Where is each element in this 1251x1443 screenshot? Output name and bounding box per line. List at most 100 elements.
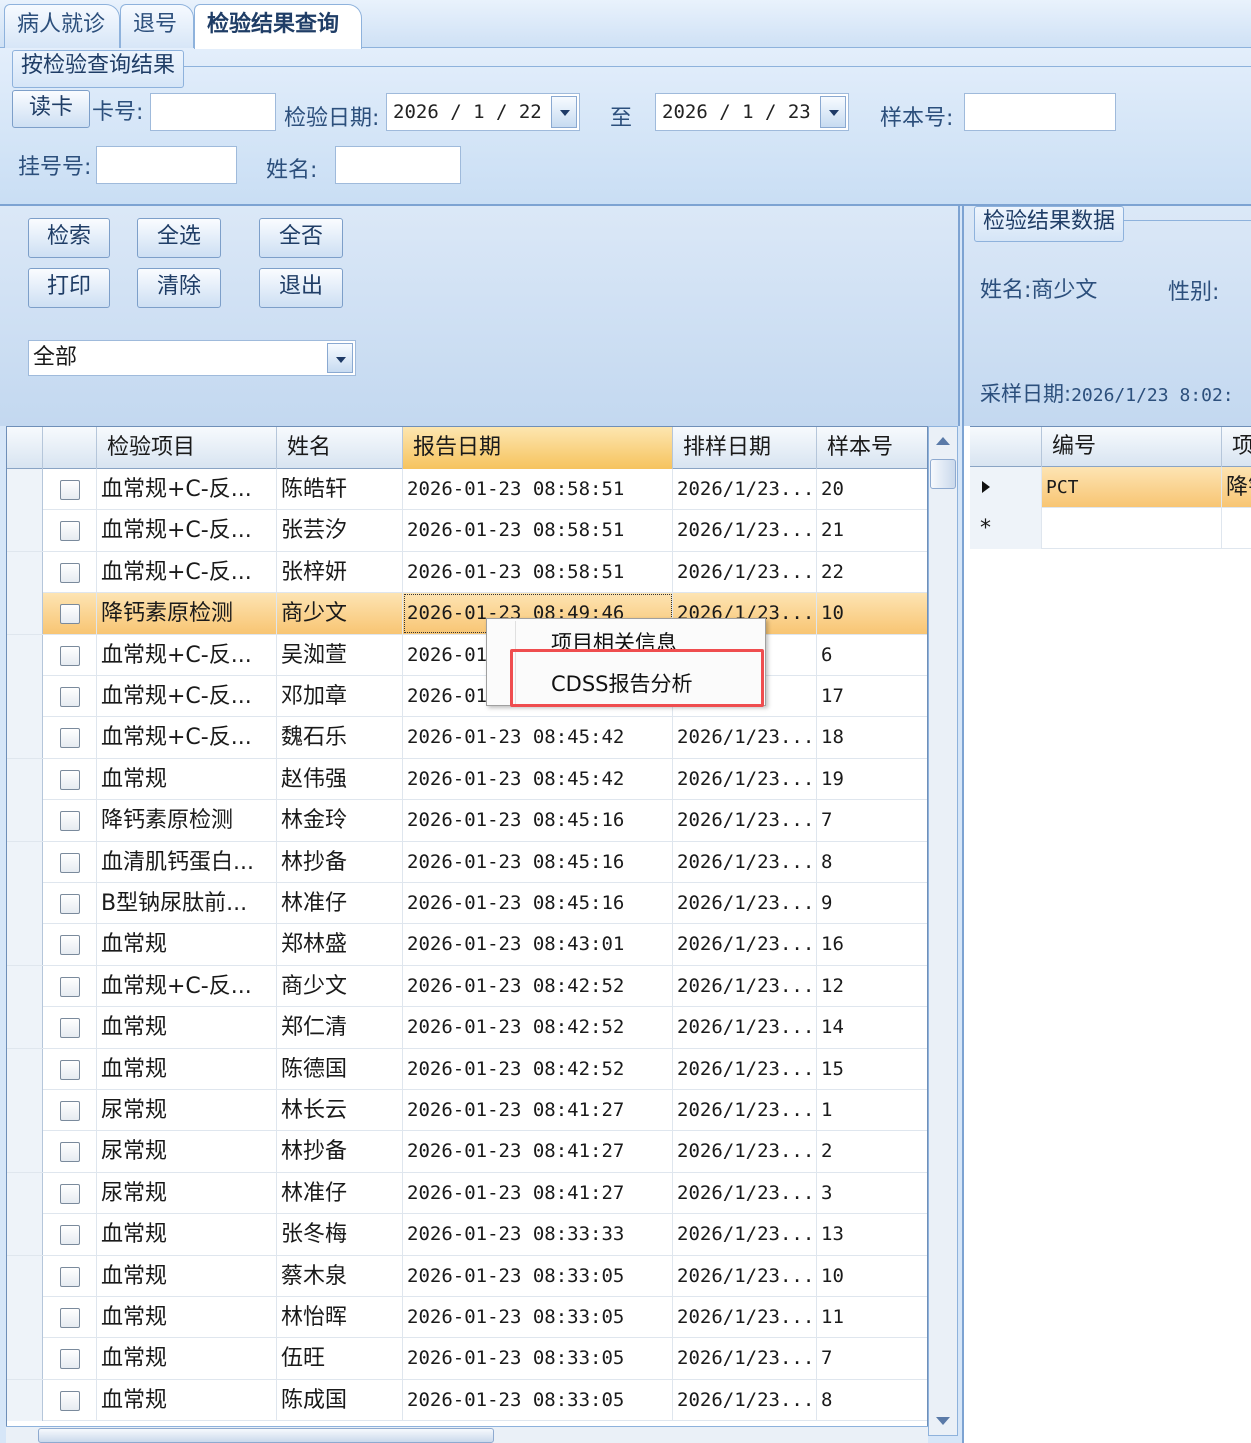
row-header[interactable] xyxy=(7,1131,43,1173)
reg-no-input[interactable] xyxy=(96,146,237,184)
table-row[interactable]: B型钠尿肽前... 林准仔 2026-01-23 08:45:16 2026/1/23… xyxy=(7,883,927,925)
result-cell-code[interactable]: PCT xyxy=(1042,467,1222,508)
cell-sample-no[interactable]: 12 xyxy=(817,966,927,1007)
cell-sample-date[interactable]: 2026/1/23... xyxy=(673,965,817,1007)
column-header-sample-no[interactable]: 样本号 xyxy=(817,427,927,469)
scroll-up-icon[interactable] xyxy=(929,427,957,455)
cell-item[interactable]: 血常规+C-反... xyxy=(97,965,277,1007)
row-checkbox[interactable] xyxy=(60,604,80,625)
table-row[interactable]: 血常规 郑林盛 2026-01-23 08:43:01 2026/1/23... 16 xyxy=(7,924,927,966)
cell-sample-no[interactable]: 7 xyxy=(817,800,927,841)
row-header[interactable] xyxy=(7,1338,43,1380)
cell-item[interactable]: 血常规 xyxy=(97,1214,277,1256)
row-checkbox[interactable] xyxy=(60,1225,80,1246)
row-header[interactable] xyxy=(7,841,43,883)
tab-refund[interactable]: 退号 xyxy=(120,4,194,48)
table-row[interactable]: 血常规 赵伟强 2026-01-23 08:45:42 2026/1/23... 19 xyxy=(7,758,927,801)
cell-item[interactable]: 血常规+C-反... xyxy=(97,510,277,552)
row-checkbox[interactable] xyxy=(60,1308,80,1328)
scroll-thumb[interactable] xyxy=(930,459,956,489)
row-header[interactable] xyxy=(7,593,43,635)
date-to-picker[interactable]: 2026 / 1 / 23 xyxy=(655,93,849,131)
row-checkbox[interactable] xyxy=(60,1059,80,1080)
cell-report-date[interactable]: 2026-01-23 08:58:51 xyxy=(403,551,673,593)
row-checkbox[interactable] xyxy=(60,1142,80,1163)
filter-dropdown-icon[interactable] xyxy=(327,343,353,373)
cell-item[interactable]: 血常规 xyxy=(97,1379,277,1421)
cell-report-date[interactable]: 2026-01-23 08:33:05 xyxy=(403,1255,673,1297)
cell-name[interactable]: 林长云 xyxy=(277,1090,403,1131)
row-checkbox[interactable] xyxy=(60,1266,80,1287)
tab-lab-result-query[interactable]: 检验结果查询 xyxy=(194,4,362,49)
cell-item[interactable]: 尿常规 xyxy=(97,1131,277,1173)
cell-name[interactable]: 商少文 xyxy=(277,965,403,1007)
result-column-header-item[interactable]: 项 xyxy=(1222,427,1251,467)
select-none-button[interactable]: 全否 xyxy=(259,218,343,258)
cell-sample-date[interactable]: 2026/1/23... xyxy=(673,1379,817,1421)
table-row[interactable]: 尿常规 林抄备 2026-01-23 08:41:27 2026/1/23... 2 xyxy=(7,1131,927,1173)
row-checkbox[interactable] xyxy=(60,852,80,873)
cell-sample-date[interactable]: 2026/1/23... xyxy=(673,800,817,842)
cell-sample-no[interactable]: 3 xyxy=(817,1173,927,1214)
cell-name[interactable]: 陈成国 xyxy=(277,1379,403,1421)
cell-name[interactable]: 郑仁清 xyxy=(277,1007,403,1049)
cell-name[interactable]: 陈皓轩 xyxy=(277,469,403,510)
cell-report-date[interactable]: 2026-01-23 08:41:27 xyxy=(403,1172,673,1214)
row-checkbox[interactable] xyxy=(60,811,80,832)
sample-no-input[interactable] xyxy=(964,93,1116,131)
cell-report-date[interactable]: 2026-01-23 08:58:51 xyxy=(403,510,673,552)
table-row[interactable]: 血常规+C-反... 张梓妍 2026-01-23 08:58:51 2026/1/2… xyxy=(7,551,927,594)
row-checkbox[interactable] xyxy=(60,935,80,956)
cell-report-date[interactable]: 2026-01-23 08:42:52 xyxy=(403,1007,673,1049)
row-header[interactable] xyxy=(7,965,43,1007)
row-header[interactable] xyxy=(7,924,43,966)
result-column-header-code[interactable]: 编号 xyxy=(1042,427,1222,467)
cell-item[interactable]: 血常规+C-反... xyxy=(97,717,277,759)
cell-sample-no[interactable]: 16 xyxy=(817,924,927,965)
table-row[interactable]: 血常规+C-反... 张芸汐 2026-01-23 08:58:51 2026/1/2… xyxy=(7,510,927,552)
column-header-name[interactable]: 姓名 xyxy=(277,427,403,469)
cell-report-date[interactable]: 2026-01-23 08:58:51 xyxy=(403,469,673,510)
cell-name[interactable]: 商少文 xyxy=(277,593,403,635)
cell-report-date[interactable]: 2026-01-23 08:45:16 xyxy=(403,800,673,842)
cell-item[interactable]: 血常规+C-反... xyxy=(97,634,277,676)
table-row[interactable]: 血常规+C-反...吴洳萱2026-013...6 xyxy=(7,634,927,676)
table-row[interactable]: 血常规 张冬梅 2026-01-23 08:33:33 2026/1/23... 13 xyxy=(7,1214,927,1256)
cell-report-date[interactable]: 2026-01-23 08:42:52 xyxy=(403,965,673,1007)
cell-sample-date[interactable]: 2026/1/23... xyxy=(673,551,817,593)
table-row[interactable]: 血常规+C-反... 陈皓轩 2026-01-23 08:58:51 2026/1/2… xyxy=(7,469,927,511)
cell-sample-no[interactable]: 9 xyxy=(817,883,927,924)
cell-sample-no[interactable]: 10 xyxy=(817,1256,927,1297)
row-header[interactable] xyxy=(7,1297,43,1338)
result-row[interactable]: PCT 降钙 xyxy=(970,467,1251,508)
cell-item[interactable]: B型钠尿肽前... xyxy=(97,883,277,924)
row-checkbox[interactable] xyxy=(60,1390,80,1411)
cell-name[interactable]: 林金玲 xyxy=(277,800,403,842)
cell-sample-date[interactable]: 2026/1/23... xyxy=(673,1214,817,1256)
cell-sample-no[interactable]: 22 xyxy=(817,552,927,593)
cell-name[interactable]: 林怡晖 xyxy=(277,1297,403,1338)
cell-sample-no[interactable]: 21 xyxy=(817,510,927,551)
row-header[interactable] xyxy=(7,1090,43,1131)
row-header[interactable] xyxy=(7,1214,43,1256)
row-checkbox[interactable] xyxy=(60,976,80,997)
cell-name[interactable]: 张冬梅 xyxy=(277,1214,403,1256)
cell-sample-no[interactable]: 7 xyxy=(817,1338,927,1379)
table-row[interactable]: 血清肌钙蛋白... 林抄备 2026-01-23 08:45:16 2026/1/23… xyxy=(7,841,927,883)
hscroll-thumb[interactable] xyxy=(38,1428,494,1443)
cell-report-date[interactable]: 2026-01-23 08:33:33 xyxy=(403,1214,673,1256)
cell-report-date[interactable]: 2026-01-23 08:45:42 xyxy=(403,758,673,800)
cell-report-date[interactable]: 2026-01-23 08:45:42 xyxy=(403,717,673,759)
cell-report-date[interactable]: 2026-01-23 08:42:52 xyxy=(403,1048,673,1090)
cell-report-date[interactable]: 2026-01-23 08:43:01 xyxy=(403,924,673,966)
table-row[interactable]: 血常规 陈成国 2026-01-23 08:33:05 2026/1/23... 8 xyxy=(7,1379,927,1422)
table-row[interactable]: 血常规 郑仁清 2026-01-23 08:42:52 2026/1/23... 14 xyxy=(7,1007,927,1049)
grid-vertical-scrollbar[interactable] xyxy=(928,426,958,1436)
cell-item[interactable]: 血常规 xyxy=(97,1007,277,1049)
clear-button[interactable]: 清除 xyxy=(137,268,221,308)
cell-sample-date[interactable]: 2026/1/23... xyxy=(673,1090,817,1131)
cell-sample-no[interactable]: 15 xyxy=(817,1049,927,1090)
cell-sample-date[interactable]: 2026/1/23... xyxy=(673,758,817,800)
row-header[interactable] xyxy=(7,758,43,800)
cell-sample-no[interactable]: 20 xyxy=(817,469,927,510)
